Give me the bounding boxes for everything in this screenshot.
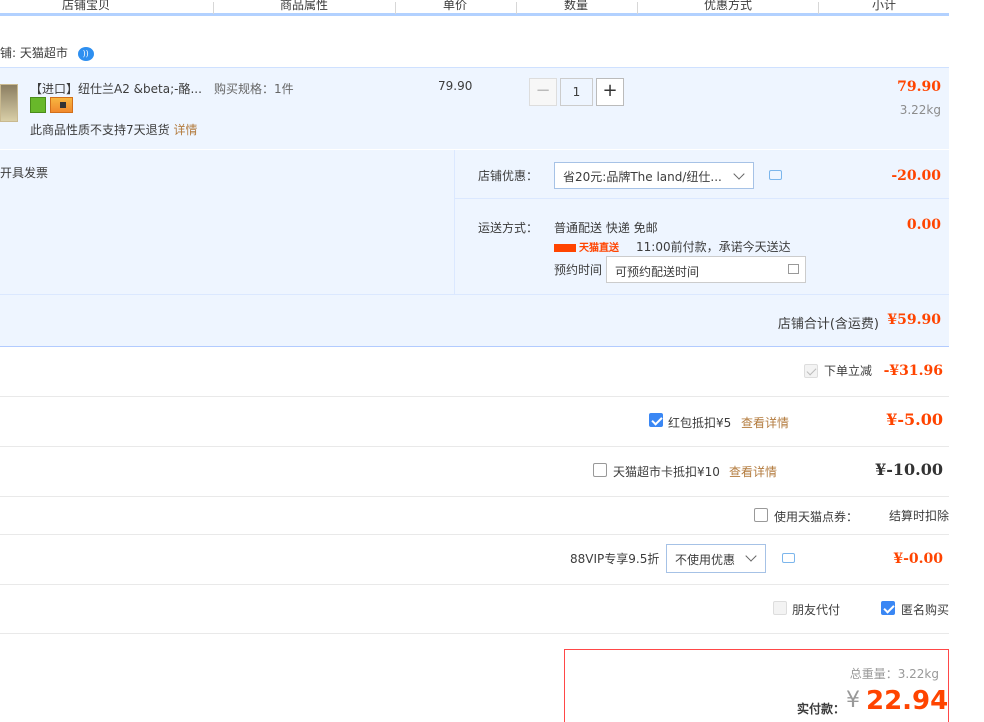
instant-discount-row: 下单立减 -¥31.96 xyxy=(0,347,949,397)
instant-discount-label: 下单立减 xyxy=(824,364,873,378)
product-spec: 购买规格：1件 xyxy=(214,82,294,96)
points-row: 使用天猫点券： 结算时扣除 xyxy=(0,497,949,535)
supermarket-card-label: 天猫超市卡抵扣¥10 xyxy=(613,465,720,479)
header-divider xyxy=(818,2,819,14)
supermarket-card-checkbox[interactable] xyxy=(593,463,607,477)
friend-pay-checkbox xyxy=(773,601,787,615)
shipping-method: 普通配送 快递 免邮 xyxy=(554,221,658,235)
pay-label: 实付款： xyxy=(797,702,846,716)
instant-discount-checkbox xyxy=(804,364,818,378)
product-title[interactable]: 【进口】纽仕兰A2 &beta;-酪... xyxy=(30,80,208,97)
quantity-stepper: − 1 + xyxy=(529,78,624,106)
chevron-down-icon xyxy=(745,550,757,562)
col-header-qty: 数量 xyxy=(564,0,589,12)
points-label: 使用天猫点券： xyxy=(774,510,859,524)
promo-panel: 开具发票 店铺优惠： 省20元:品牌The land/纽仕... -20.00 … xyxy=(0,150,949,347)
vip-select-value: 不使用优惠 xyxy=(675,553,736,567)
shop-discount-value: 省20元:品牌The land/纽仕... xyxy=(563,170,722,184)
divider xyxy=(455,198,949,199)
payment-options-row: 朋友代付 匿名购买 xyxy=(0,585,949,634)
no-return-note: 此商品性质不支持7天退货 详情 xyxy=(30,121,197,138)
col-header-subtotal: 小计 xyxy=(872,0,897,12)
item-row: 【进口】纽仕兰A2 &beta;-酪... 此商品性质不支持7天退货 详情 购买… xyxy=(0,67,949,149)
tmall-direct-icon xyxy=(554,244,576,252)
appointment-time-input[interactable]: 可预约配送时间 xyxy=(606,256,806,283)
item-weight: 3.22kg xyxy=(899,103,941,117)
shop-discount-label: 店铺优惠： xyxy=(478,169,539,183)
vip-select[interactable]: 不使用优惠 xyxy=(666,544,766,573)
header-divider xyxy=(637,2,638,14)
shipping-amount: 0.00 xyxy=(906,217,941,233)
shop-total-amount: ¥59.90 xyxy=(887,312,941,328)
supermarket-card-amount: ¥-10.00 xyxy=(875,460,943,479)
product-thumbnail[interactable] xyxy=(0,84,18,122)
vip-label: 88VIP专享9.5折 xyxy=(570,552,660,566)
item-subtotal: 79.90 xyxy=(897,79,941,95)
shop-discount-select[interactable]: 省20元:品牌The land/纽仕... xyxy=(554,162,754,189)
supermarket-card-row: 天猫超市卡抵扣¥10 查看详情 ¥-10.00 xyxy=(0,447,949,497)
comment-icon[interactable] xyxy=(769,170,782,180)
invoice-label[interactable]: 开具发票 xyxy=(0,164,48,181)
redpacket-detail-link[interactable]: 查看详情 xyxy=(741,414,789,431)
anonymous-label: 匿名购买 xyxy=(901,603,950,617)
shipping-label: 运送方式： xyxy=(478,221,539,235)
header-divider xyxy=(516,2,517,14)
points-checkbox[interactable] xyxy=(754,508,768,522)
divider xyxy=(0,294,949,295)
currency-symbol: ¥ xyxy=(846,688,860,713)
no-return-text: 此商品性质不支持7天退货 xyxy=(30,123,170,137)
quantity-plus-button[interactable]: + xyxy=(596,78,624,106)
points-note: 结算时扣除 xyxy=(888,509,949,523)
instant-discount-amount: -¥31.96 xyxy=(883,363,943,379)
shop-row: 铺: 天猫超市 )) xyxy=(0,44,94,61)
table-header: 店铺宝贝 商品属性 单价 数量 优惠方式 小计 xyxy=(0,0,949,16)
detail-link[interactable]: 详情 xyxy=(173,123,197,137)
supermarket-card-detail-link[interactable]: 查看详情 xyxy=(729,463,777,480)
quality-badge-icon xyxy=(30,97,46,113)
appointment-label: 预约时间 xyxy=(554,263,603,277)
calendar-icon[interactable] xyxy=(788,264,799,274)
col-header-price: 单价 xyxy=(443,0,468,12)
appointment-placeholder: 可预约配送时间 xyxy=(615,265,700,279)
total-box: 总重量：3.22kg 实付款： ¥ 22.94 xyxy=(564,649,949,722)
redpacket-row: 红包抵扣¥5 查看详情 ¥-5.00 xyxy=(0,397,949,447)
wangwang-chat-icon[interactable]: )) xyxy=(77,46,94,61)
redpacket-checkbox[interactable] xyxy=(649,413,663,427)
header-divider xyxy=(213,2,214,14)
col-header-item: 店铺宝贝 xyxy=(62,0,111,12)
quantity-minus-button[interactable]: − xyxy=(529,78,557,106)
chevron-down-icon xyxy=(733,168,745,180)
shipping-promise: 11:00前付款，承诺今天送达 xyxy=(636,240,791,254)
header-divider xyxy=(395,2,396,14)
shop-total-label: 店铺合计(含运费) xyxy=(777,317,879,332)
card-badge-icon xyxy=(50,97,73,113)
comment-icon[interactable] xyxy=(782,553,795,563)
friend-pay-label: 朋友代付 xyxy=(792,603,841,617)
redpacket-label: 红包抵扣¥5 xyxy=(668,416,732,430)
vip-row: 88VIP专享9.5折 不使用优惠 ¥-0.00 xyxy=(0,535,949,585)
tmall-direct-logo: 天猫直送 xyxy=(554,239,619,254)
tmall-direct-text: 天猫直送 xyxy=(579,243,619,254)
redpacket-amount: ¥-5.00 xyxy=(886,410,943,429)
col-header-discount: 优惠方式 xyxy=(704,0,753,12)
anonymous-checkbox[interactable] xyxy=(881,601,895,615)
vip-amount: ¥-0.00 xyxy=(893,551,943,567)
col-header-attr: 商品属性 xyxy=(280,0,329,12)
divider xyxy=(454,150,455,294)
pay-amount: 22.94 xyxy=(866,686,949,716)
total-weight: 总重量：3.22kg xyxy=(849,667,939,681)
shop-discount-amount: -20.00 xyxy=(891,168,941,184)
shop-name[interactable]: 铺: 天猫超市 xyxy=(0,46,68,60)
unit-price: 79.90 xyxy=(438,79,473,93)
quantity-input[interactable]: 1 xyxy=(560,78,593,106)
